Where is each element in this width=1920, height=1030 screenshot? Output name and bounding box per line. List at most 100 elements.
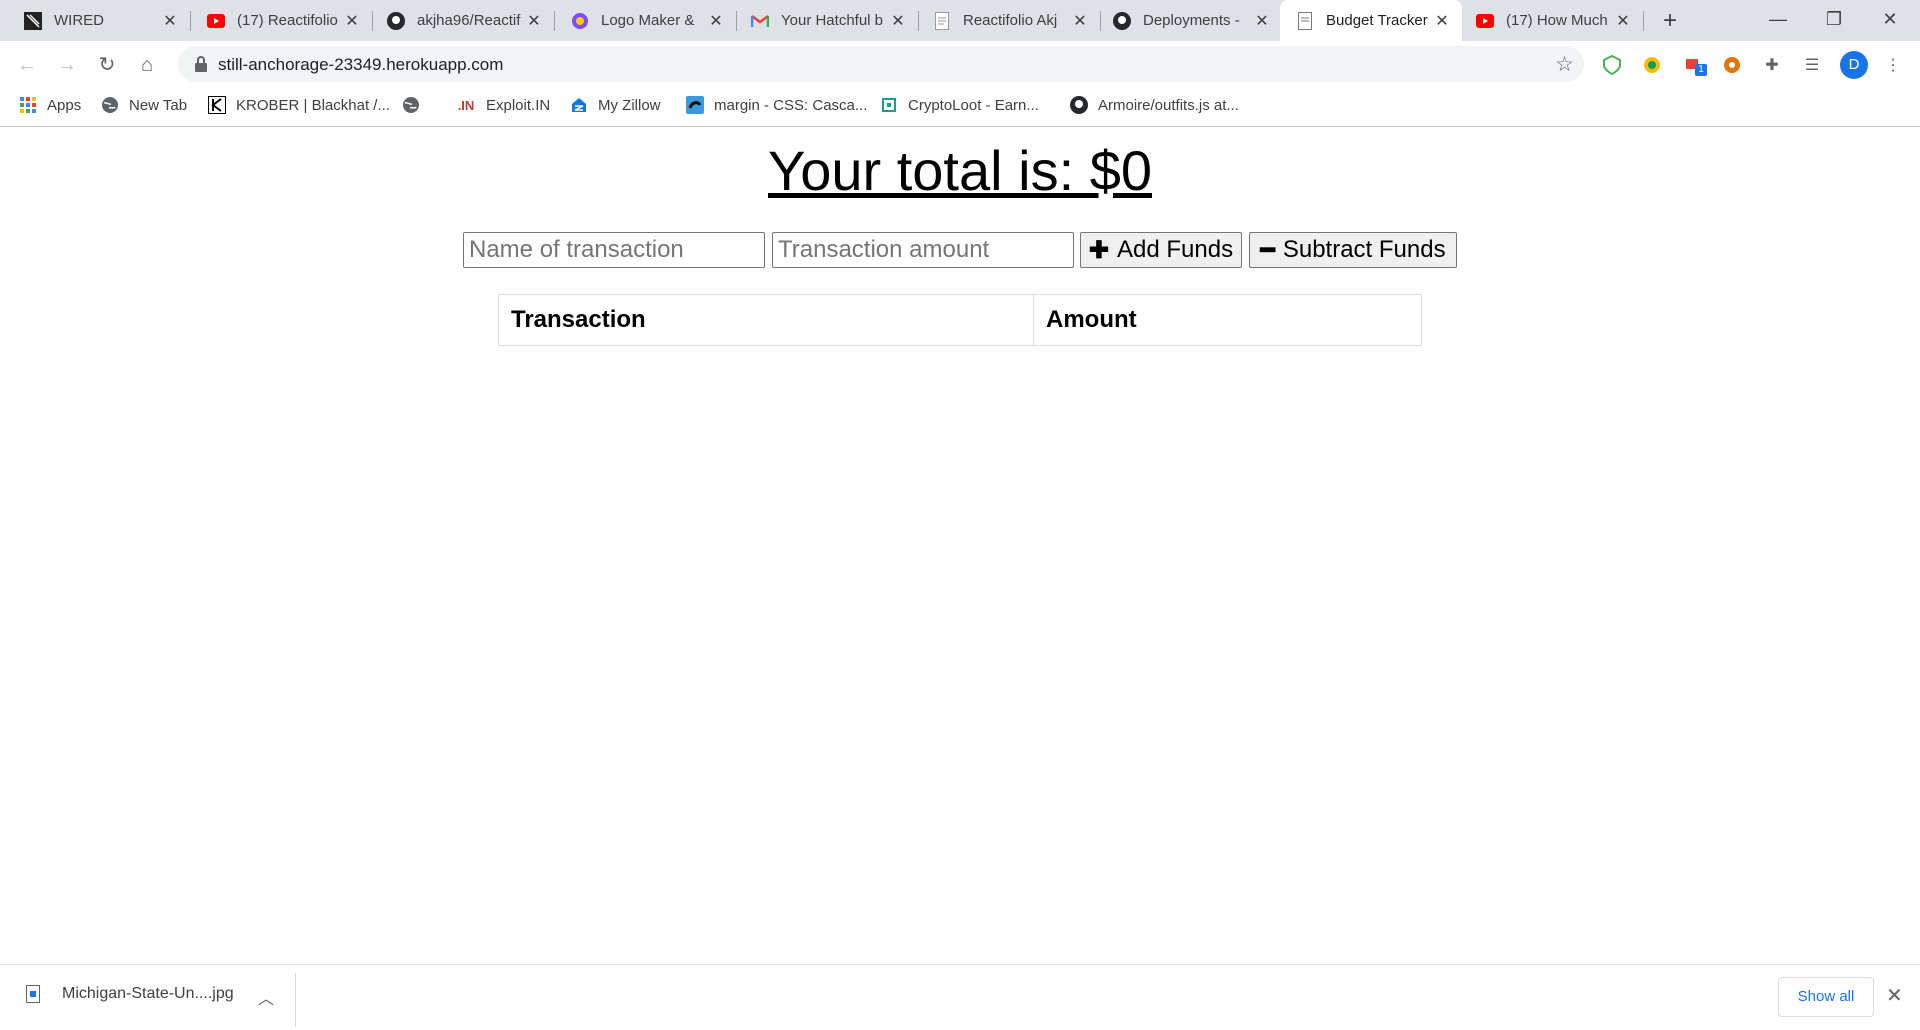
extension-badge-icon[interactable] [1641,54,1663,76]
kebab-menu-icon[interactable]: ⋮ [1882,54,1904,76]
tab-reactifolio-video[interactable]: (17) Reactifolio ✕ [191,0,372,41]
table-header-transaction: Transaction [499,295,1034,345]
extension-badge-count: 1 [1695,64,1707,76]
puzzle-extensions-icon[interactable]: ✚ [1761,54,1783,76]
bookmark-label: margin - CSS: Casca... [714,96,868,114]
bookmark-label: CryptoLoot - Earn... [908,96,1039,114]
extension-gear-icon[interactable] [1721,54,1743,76]
tab-github-reactifolio[interactable]: akjha96/Reactif ✕ [373,0,554,41]
github-icon [1070,96,1088,114]
bookmark-css-margin[interactable]: margin - CSS: Casca... [686,96,867,114]
minimize-button[interactable]: — [1750,0,1806,41]
lock-icon [194,56,208,72]
extension-notification-icon[interactable]: 1 [1683,54,1707,76]
tab-budget-tracker[interactable]: Budget Tracker ✕ [1280,0,1462,41]
address-bar[interactable]: still-anchorage-23349.herokuapp.com ☆ [178,46,1584,82]
close-icon[interactable]: ✕ [888,11,908,31]
close-icon[interactable]: ✕ [1070,11,1090,31]
close-icon[interactable]: ✕ [1432,11,1452,31]
exploit-in-icon: .IN [457,97,475,113]
download-item[interactable]: Michigan-State-Un....jpg [26,985,234,1003]
page-title: Your total is: $0 [0,138,1920,203]
new-tab-button[interactable]: + [1657,8,1683,34]
transactions-table: Transaction Amount [498,294,1422,346]
tab-title: akjha96/Reactif [417,12,521,29]
download-file-name: Michigan-State-Un....jpg [62,985,234,1002]
document-icon [933,11,951,30]
close-icon[interactable]: ✕ [1252,11,1272,31]
close-icon[interactable]: ✕ [524,11,544,31]
minus-icon: ━ [1260,236,1275,264]
subtract-funds-label: Subtract Funds [1282,236,1446,263]
bookmark-label: Apps [47,96,82,114]
tab-title: (17) Reactifolio [237,12,338,29]
close-icon[interactable]: ✕ [342,11,362,31]
tab-title: Reactifolio Akj [963,12,1058,29]
youtube-icon [207,12,225,30]
youtube-icon [1476,12,1494,30]
tab-title: Your Hatchful b [781,12,884,29]
bookmarks-bar: Apps New Tab KROBER | Blackhat /... .IN … [0,87,1920,127]
close-icon[interactable]: ✕ [160,11,180,31]
github-icon [387,11,405,30]
globe-icon [101,96,119,114]
tab-reactifolio[interactable]: Reactifolio Akj ✕ [919,0,1100,41]
chevron-up-icon[interactable]: ︿ [258,985,274,1009]
tab-how-much-video[interactable]: (17) How Much ✕ [1462,0,1643,41]
tab-deployments[interactable]: Deployments - ✕ [1101,0,1282,41]
bookmark-label: My Zillow [598,96,661,114]
cryptoloot-icon [880,96,898,114]
bookmark-apps[interactable]: Apps [19,96,81,114]
show-all-button[interactable]: Show all [1778,977,1874,1017]
tab-wired[interactable]: WIRED ✕ [0,0,190,41]
reading-list-icon[interactable]: ☰ [1801,54,1823,76]
profile-avatar[interactable]: D [1840,51,1868,79]
url-text: still-anchorage-23349.herokuapp.com [218,55,504,74]
bookmark-label: Exploit.IN [486,96,551,114]
logo-maker-icon [571,12,589,30]
close-icon[interactable]: ✕ [1613,11,1633,31]
subtract-funds-button[interactable]: ━ Subtract Funds [1249,232,1457,268]
transaction-amount-input[interactable] [772,232,1074,268]
tab-gmail[interactable]: Your Hatchful b ✕ [737,0,918,41]
bookmark-krober[interactable]: KROBER | Blackhat /... [208,96,390,114]
bookmark-star-icon[interactable]: ☆ [1555,52,1574,77]
extension-shield-icon[interactable] [1601,54,1623,76]
bookmark-armoire[interactable]: Armoire/outfits.js at... [1070,96,1239,114]
tab-title: Deployments - [1143,12,1240,29]
document-icon [1296,11,1314,30]
bookmark-label: Armoire/outfits.js at... [1098,96,1239,114]
bookmark-exploit-in[interactable]: .IN Exploit.IN [456,96,551,114]
add-funds-button[interactable]: ✚ Add Funds [1080,232,1242,268]
bookmark-zillow[interactable]: My Zillow [570,96,661,114]
tab-separator [1643,11,1644,31]
bookmark-cryptoloot[interactable]: CryptoLoot - Earn... [880,96,1039,114]
browser-toolbar: ← → ↻ ⌂ still-anchorage-23349.herokuapp.… [0,41,1920,87]
download-separator [295,973,296,1027]
image-file-icon [26,985,40,1003]
back-arrow-icon[interactable]: ← [13,51,41,79]
bookmark-new-tab[interactable]: New Tab [101,96,187,114]
github-icon [1113,11,1131,30]
close-icon[interactable]: ✕ [1886,983,1903,1008]
reload-icon[interactable]: ↻ [93,51,121,79]
close-window-button[interactable]: ✕ [1862,0,1918,41]
globe-icon [402,96,420,114]
download-bar: Michigan-State-Un....jpg ︿ Show all ✕ [0,964,1920,1030]
plus-icon: ✚ [1088,236,1110,264]
tab-title: WIRED [54,12,104,29]
bookmark-globe[interactable] [402,96,430,114]
table-header-amount: Amount [1046,306,1137,333]
forward-arrow-icon[interactable]: → [53,51,81,79]
restore-button[interactable]: ❐ [1806,0,1862,41]
bookmark-label: KROBER | Blackhat /... [236,96,390,114]
home-icon[interactable]: ⌂ [133,51,161,79]
tab-logo-maker[interactable]: Logo Maker & ✕ [555,0,736,41]
wired-icon [24,11,42,30]
tab-title: Budget Tracker [1326,12,1428,29]
zillow-icon [570,96,588,114]
add-funds-label: Add Funds [1117,236,1234,263]
close-icon[interactable]: ✕ [706,11,726,31]
transaction-name-input[interactable] [463,232,765,268]
budget-tracker-page: Your total is: $0 ✚ Add Funds ━ Subtract… [0,128,1920,964]
